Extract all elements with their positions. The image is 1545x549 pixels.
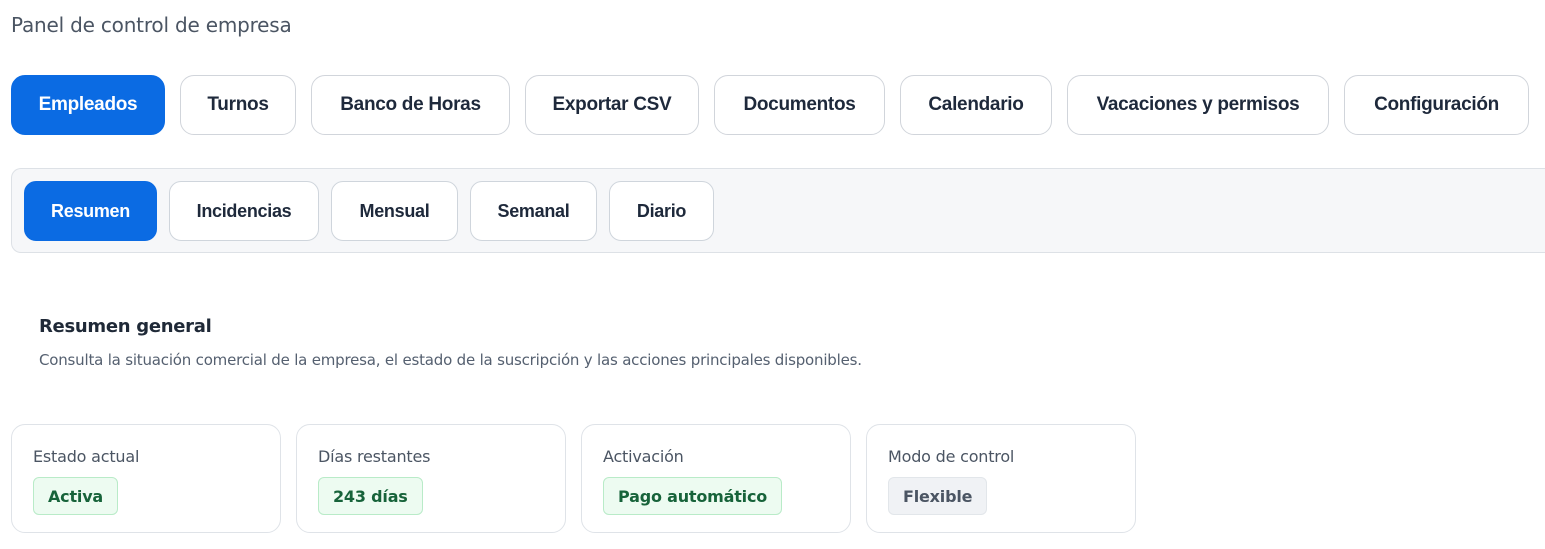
tab-exportar-csv[interactable]: Exportar CSV <box>525 75 699 135</box>
activation-badge: Pago automático <box>603 477 783 515</box>
tab-empleados[interactable]: Empleados <box>11 75 165 135</box>
status-badge: Activa <box>33 477 119 515</box>
status-card: Estado actual Activa <box>11 424 281 533</box>
subtab-incidencias[interactable]: Incidencias <box>169 181 319 241</box>
section-description: Consulta la situación comercial de la em… <box>39 351 862 369</box>
tab-configuracion[interactable]: Configuración <box>1344 75 1529 135</box>
days-remaining-badge: 243 días <box>318 477 423 515</box>
control-mode-card: Modo de control Flexible <box>866 424 1136 533</box>
company-dashboard: Panel de control de empresa Empleados Tu… <box>0 0 1545 549</box>
tab-calendario[interactable]: Calendario <box>900 75 1052 135</box>
subtab-semanal[interactable]: Semanal <box>470 181 597 241</box>
subtab-resumen[interactable]: Resumen <box>24 181 157 241</box>
page-title: Panel de control de empresa <box>11 13 292 37</box>
card-label: Días restantes <box>318 447 431 466</box>
tab-turnos[interactable]: Turnos <box>180 75 296 135</box>
control-mode-badge: Flexible <box>888 477 988 515</box>
subtab-diario[interactable]: Diario <box>609 181 714 241</box>
tab-vacaciones-y-permisos[interactable]: Vacaciones y permisos <box>1067 75 1329 135</box>
activation-card: Activación Pago automático <box>581 424 851 533</box>
card-label: Estado actual <box>33 447 140 466</box>
days-remaining-card: Días restantes 243 días <box>296 424 566 533</box>
sub-tab-bar: Resumen Incidencias Mensual Semanal Diar… <box>11 168 1545 253</box>
subtab-mensual[interactable]: Mensual <box>331 181 458 241</box>
card-label: Modo de control <box>888 447 1015 466</box>
tab-banco-de-horas[interactable]: Banco de Horas <box>311 75 510 135</box>
card-label: Activación <box>603 447 684 466</box>
tab-documentos[interactable]: Documentos <box>714 75 885 135</box>
section-heading: Resumen general <box>39 316 212 337</box>
